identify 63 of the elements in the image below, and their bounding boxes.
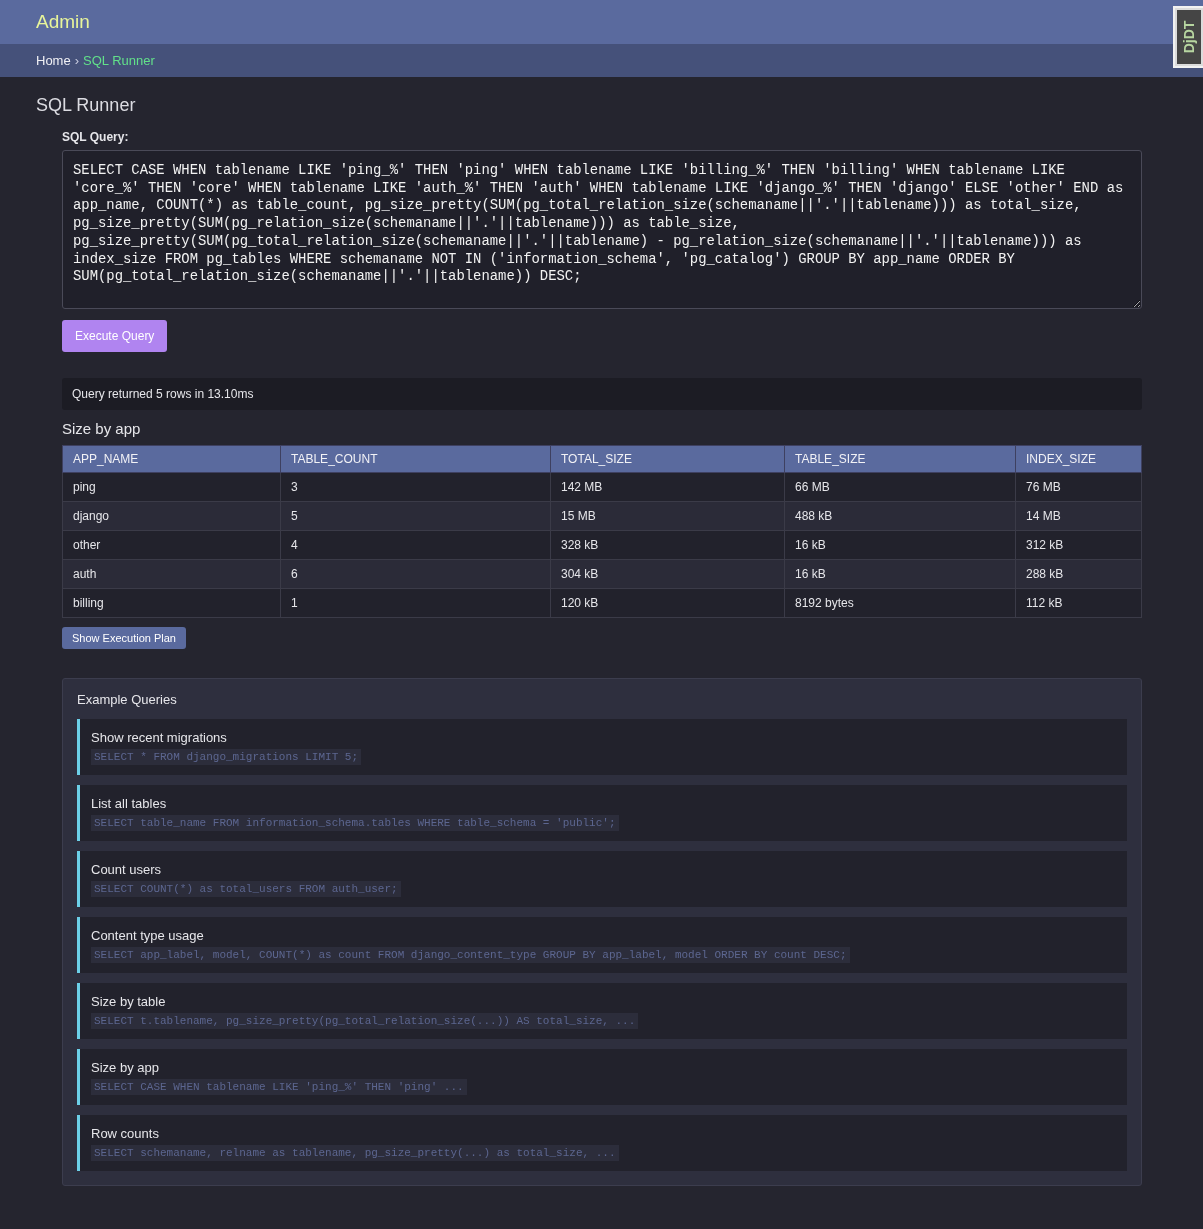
example-query-name: Size by app <box>91 1059 159 1075</box>
query-field[interactable]: SELECT CASE WHEN tablename LIKE 'ping_%' THEN 'ping' WHEN tablename LIKE 'billing_%' THEN 'billing' WHEN tablename LIKE 'core_%' THEN 'core' WHEN tablename LIKE 'auth_%' THEN 'auth' WHEN tablename LIKE 'django_%' THEN 'django' ELSE 'other' END as app_name, COUNT(*) as table_count, pg_size_pretty(SUM(pg_total_relation_size(schemaname||'.'||tablename))) as total_size, pg_size_pretty(SUM(pg_relation_size(schemaname||'.'||tablename))) as table_size, pg_size_pretty(SUM(pg_total_relation_size(schemaname||'.'||tablename) - pg_relation_size(schemaname||'.'||tablename))) as index_size FROM pg_tables WHERE schemaname NOT IN ('information_schema', 'pg_catalog') GROUP BY app_name ORDER BY SUM(pg_total_relation_size(schemaname||'.'||tablename)) DESC; <box>62 150 1142 309</box>
example-query-name: Content type usage <box>91 927 204 943</box>
example-query-item[interactable]: Row counts SELECT schemaname, relname as tablename, pg_size_pretty(...) as total_size, ... <box>77 1115 1127 1171</box>
example-query-name: Count users <box>91 861 162 877</box>
example-query-code: SELECT CASE WHEN tablename LIKE 'ping_%' THEN 'ping' ... <box>91 1078 467 1095</box>
table-cell: billing <box>62 588 281 618</box>
table-cell: 142 MB <box>550 472 785 502</box>
toolbar-handle[interactable]: DjDT <box>1173 6 1203 68</box>
example-query-name: List all tables <box>91 795 167 811</box>
example-query-name: Show recent migrations <box>91 729 227 745</box>
example-query-item[interactable]: Count users SELECT COUNT(*) as total_users FROM auth_user; <box>77 851 1127 907</box>
field-label: SQL Query: <box>62 130 129 144</box>
example-query-item[interactable]: Show recent migrations SELECT * FROM django_migrations LIMIT 5; <box>77 719 1127 775</box>
example-query-code: SELECT table_name FROM information_schema.tables WHERE table_schema = 'public'; <box>91 814 619 831</box>
result-title: Size by app <box>62 420 141 437</box>
example-query-code: SELECT COUNT(*) as total_users FROM auth_user; <box>91 880 401 897</box>
example-query-item[interactable]: Size by app SELECT CASE WHEN tablename LIKE 'ping_%' THEN 'ping' ... <box>77 1049 1127 1105</box>
table-cell: 16 kB <box>784 559 1016 589</box>
table-cell: 304 kB <box>550 559 785 589</box>
table-cell: other <box>62 530 281 560</box>
column-header: TABLE_SIZE <box>784 445 1016 473</box>
table-cell: 488 kB <box>784 501 1016 531</box>
table-cell: 14 MB <box>1015 501 1142 531</box>
table-cell: 1 <box>280 588 551 618</box>
example-query-name: Size by table <box>91 993 166 1009</box>
table-cell: 288 kB <box>1015 559 1142 589</box>
example-query-item[interactable]: Size by table SELECT t.tablename, pg_size_pretty(pg_total_relation_size(...)) AS total_size, ... <box>77 983 1127 1039</box>
page-title: SQL Runner <box>36 95 137 116</box>
table-cell: django <box>62 501 281 531</box>
breadcrumb-link[interactable]: SQL Runner <box>83 53 155 68</box>
panel-title: Example Queries <box>77 692 178 707</box>
example-query-code: SELECT * FROM django_migrations LIMIT 5; <box>91 748 362 765</box>
table-cell: 328 kB <box>550 530 785 560</box>
example-query-item[interactable]: List all tables SELECT table_name FROM information_schema.tables WHERE table_schema = 'public'; <box>77 785 1127 841</box>
table-cell: 5 <box>280 501 551 531</box>
example-query-name: Row counts <box>91 1125 159 1141</box>
table-cell: 3 <box>280 472 551 502</box>
site-title[interactable]: Admin <box>36 11 90 33</box>
example-query-code: SELECT t.tablename, pg_size_pretty(pg_total_relation_size(...)) AS total_size, ... <box>91 1012 639 1029</box>
table-cell: 16 kB <box>784 530 1016 560</box>
breadcrumb-link[interactable]: Home <box>36 53 71 68</box>
table-cell: 8192 bytes <box>784 588 1016 618</box>
table-cell: 112 kB <box>1015 588 1142 618</box>
table-cell: 66 MB <box>784 472 1016 502</box>
table-cell: 76 MB <box>1015 472 1142 502</box>
column-header: INDEX_SIZE <box>1015 445 1142 473</box>
column-header: APP_NAME <box>62 445 281 473</box>
status-message: Query returned 5 rows in 13.10ms <box>62 378 1142 410</box>
table-cell: auth <box>62 559 281 589</box>
table-cell: ping <box>62 472 281 502</box>
table-cell: 120 kB <box>550 588 785 618</box>
table-cell: 6 <box>280 559 551 589</box>
execution-plan-button[interactable]: Show Execution Plan <box>62 627 186 649</box>
breadcrumb-separator: › <box>74 53 80 68</box>
example-query-item[interactable]: Content type usage SELECT app_label, model, COUNT(*) as count FROM django_content_type GROUP BY app_label, model ORDER BY count DESC; <box>77 917 1127 973</box>
table-cell: 4 <box>280 530 551 560</box>
table-cell: 312 kB <box>1015 530 1142 560</box>
column-header: TABLE_COUNT <box>280 445 551 473</box>
example-query-code: SELECT schemaname, relname as tablename, pg_size_pretty(...) as total_size, ... <box>91 1144 619 1161</box>
example-query-code: SELECT app_label, model, COUNT(*) as count FROM django_content_type GROUP BY app_label, model ORDER BY count DESC; <box>91 946 850 963</box>
table-cell: 15 MB <box>550 501 785 531</box>
column-header: TOTAL_SIZE <box>550 445 785 473</box>
